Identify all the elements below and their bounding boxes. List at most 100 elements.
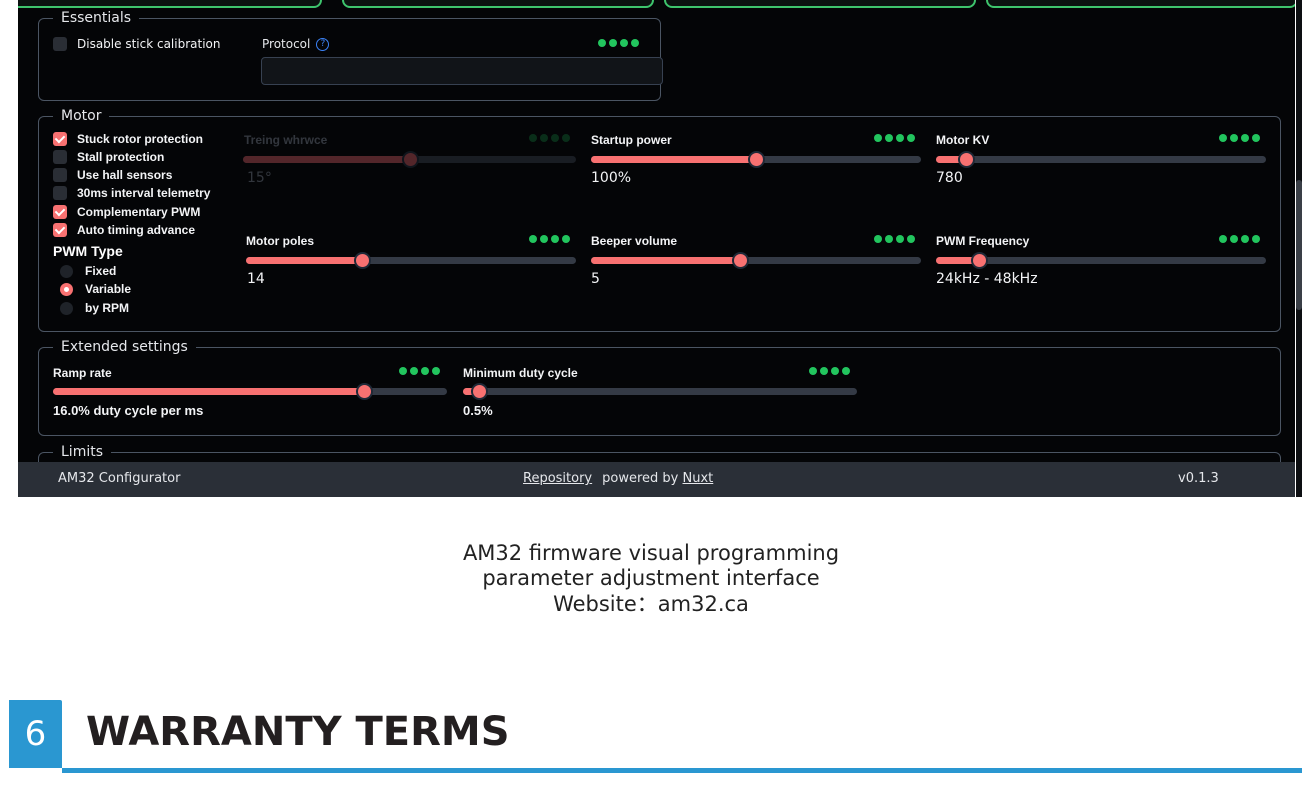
slider-label: Motor KV <box>936 133 990 147</box>
caption-line-3: Website：am32.ca <box>553 592 749 616</box>
timing-slider-track[interactable] <box>243 151 576 168</box>
footer-bar: AM32 Configurator Repository powered by … <box>18 462 1295 497</box>
protocol-select[interactable] <box>261 57 663 85</box>
interval-telemetry-checkbox[interactable]: 30ms interval telemetry <box>53 186 210 200</box>
top-button-1[interactable] <box>18 0 322 8</box>
stuck-rotor-protection-checkbox[interactable]: Stuck rotor protection <box>53 132 203 146</box>
slider-value: 5 <box>591 271 600 287</box>
radio-circle[interactable] <box>60 301 73 315</box>
slider-value: 16.0% duty cycle per ms <box>53 403 204 418</box>
essentials-legend: Essentials <box>53 10 140 26</box>
beeper-volume-slider-track[interactable] <box>591 252 921 269</box>
motor-kv-slider-track[interactable] <box>936 151 1266 168</box>
slider-status-dots <box>874 134 915 142</box>
disable-stick-calibration-checkbox[interactable]: Disable stick calibration <box>53 37 221 51</box>
motor-section: Motor <box>38 108 1281 332</box>
pwm-frequency-slider-track[interactable] <box>936 252 1266 269</box>
use-hall-sensors-checkbox[interactable]: Use hall sensors <box>53 168 172 182</box>
app-name: AM32 Configurator <box>58 471 181 486</box>
slider-fill <box>591 156 756 163</box>
checkbox-box[interactable] <box>53 186 67 200</box>
section-title: WARRANTY TERMS <box>86 709 510 755</box>
slider-knob[interactable] <box>401 151 419 168</box>
app-screenshot: Essentials Disable stick calibration Pro… <box>0 0 1302 497</box>
powered-by-text: powered by Nuxt <box>602 471 713 486</box>
slider-label: Beeper volume <box>591 234 678 248</box>
slider-knob[interactable] <box>353 252 371 269</box>
startup-power-slider-track[interactable] <box>591 151 921 168</box>
motor-poles-slider-track[interactable] <box>246 252 576 269</box>
slider-status-dots <box>1219 235 1260 243</box>
auto-timing-advance-checkbox[interactable]: Auto timing advance <box>53 223 195 237</box>
slider-fill <box>591 257 740 264</box>
ramp-rate-slider-track[interactable] <box>53 383 447 400</box>
slider-knob[interactable] <box>957 151 975 168</box>
slider-status-dots <box>399 367 440 375</box>
slider-value: 780 <box>936 170 963 186</box>
checkbox-checked[interactable] <box>53 205 67 219</box>
nuxt-link[interactable]: Nuxt <box>683 471 714 486</box>
scrollbar-thumb[interactable] <box>1296 180 1302 310</box>
slider-status-dots <box>529 235 570 243</box>
slider-label: Treing whrwce <box>244 133 328 147</box>
limits-legend: Limits <box>53 444 111 460</box>
motor-legend: Motor <box>53 108 110 124</box>
caption-line-2: parameter adjustment interface <box>482 566 820 590</box>
powered-by-label: powered by <box>602 471 679 486</box>
top-button-2[interactable] <box>342 0 654 8</box>
section-divider <box>62 768 1302 773</box>
checkbox-label: Complementary PWM <box>77 205 201 219</box>
checkbox-label: 30ms interval telemetry <box>77 186 211 200</box>
slider-label: Minimum duty cycle <box>463 366 578 380</box>
checkbox-box[interactable] <box>53 150 67 164</box>
slider-label: Ramp rate <box>53 366 112 380</box>
slider-status-dots <box>1219 134 1260 142</box>
pwm-type-variable-radio[interactable]: Variable <box>60 282 131 296</box>
repository-link[interactable]: Repository <box>523 471 592 486</box>
checkbox-box[interactable] <box>53 168 67 182</box>
minimum-duty-cycle-slider-track[interactable] <box>463 383 857 400</box>
disable-stick-label: Disable stick calibration <box>77 37 221 51</box>
caption-line-1: AM32 firmware visual programming <box>462 541 840 565</box>
radio-circle[interactable] <box>60 264 73 278</box>
pwm-type-fixed-radio[interactable]: Fixed <box>60 264 116 278</box>
slider-knob[interactable] <box>748 151 765 168</box>
top-button-4[interactable] <box>986 0 1295 8</box>
checkbox-checked[interactable] <box>53 132 67 146</box>
slider-value: 100% <box>591 170 632 186</box>
complementary-pwm-checkbox[interactable]: Complementary PWM <box>53 205 200 219</box>
slider-label: Startup power <box>591 133 672 147</box>
slider-fill <box>246 257 362 264</box>
checkbox-checked[interactable] <box>53 223 67 237</box>
protocol-label-text: Protocol <box>262 37 311 51</box>
checkbox-label: Use hall sensors <box>77 168 173 182</box>
checkbox-label: Stall protection <box>77 150 165 164</box>
slider-knob[interactable] <box>970 252 988 269</box>
configurator-window: Essentials Disable stick calibration Pro… <box>18 0 1295 497</box>
slider-value: 14 <box>247 271 265 287</box>
checkbox-box[interactable] <box>53 37 67 51</box>
slider-status-dots <box>529 134 570 142</box>
slider-value: 0.5% <box>463 403 493 418</box>
slider-status-dots <box>809 367 850 375</box>
slider-fill <box>53 388 365 395</box>
checkbox-label: Stuck rotor protection <box>77 132 204 146</box>
slider-label: Motor poles <box>246 234 314 248</box>
pwm-type-title: PWM Type <box>53 243 123 259</box>
protocol-status-dots <box>598 39 639 47</box>
radio-label: Fixed <box>85 264 117 278</box>
slider-value: 15° <box>247 170 272 186</box>
pwm-type-by-rpm-radio[interactable]: by RPM <box>60 301 129 315</box>
slider-label: PWM Frequency <box>936 234 1030 248</box>
stall-protection-checkbox[interactable]: Stall protection <box>53 150 164 164</box>
slider-knob[interactable] <box>470 383 488 400</box>
top-button-3[interactable] <box>664 0 976 8</box>
slider-fill <box>243 156 410 163</box>
footer-links: Repository powered by Nuxt <box>523 471 713 486</box>
slider-value: 24kHz - 48kHz <box>936 271 1038 287</box>
slider-knob[interactable] <box>731 252 749 269</box>
help-icon[interactable]: ? <box>316 37 330 51</box>
radio-circle-selected[interactable] <box>60 282 73 296</box>
scrollbar[interactable] <box>1296 0 1302 497</box>
radio-label: Variable <box>85 282 132 296</box>
